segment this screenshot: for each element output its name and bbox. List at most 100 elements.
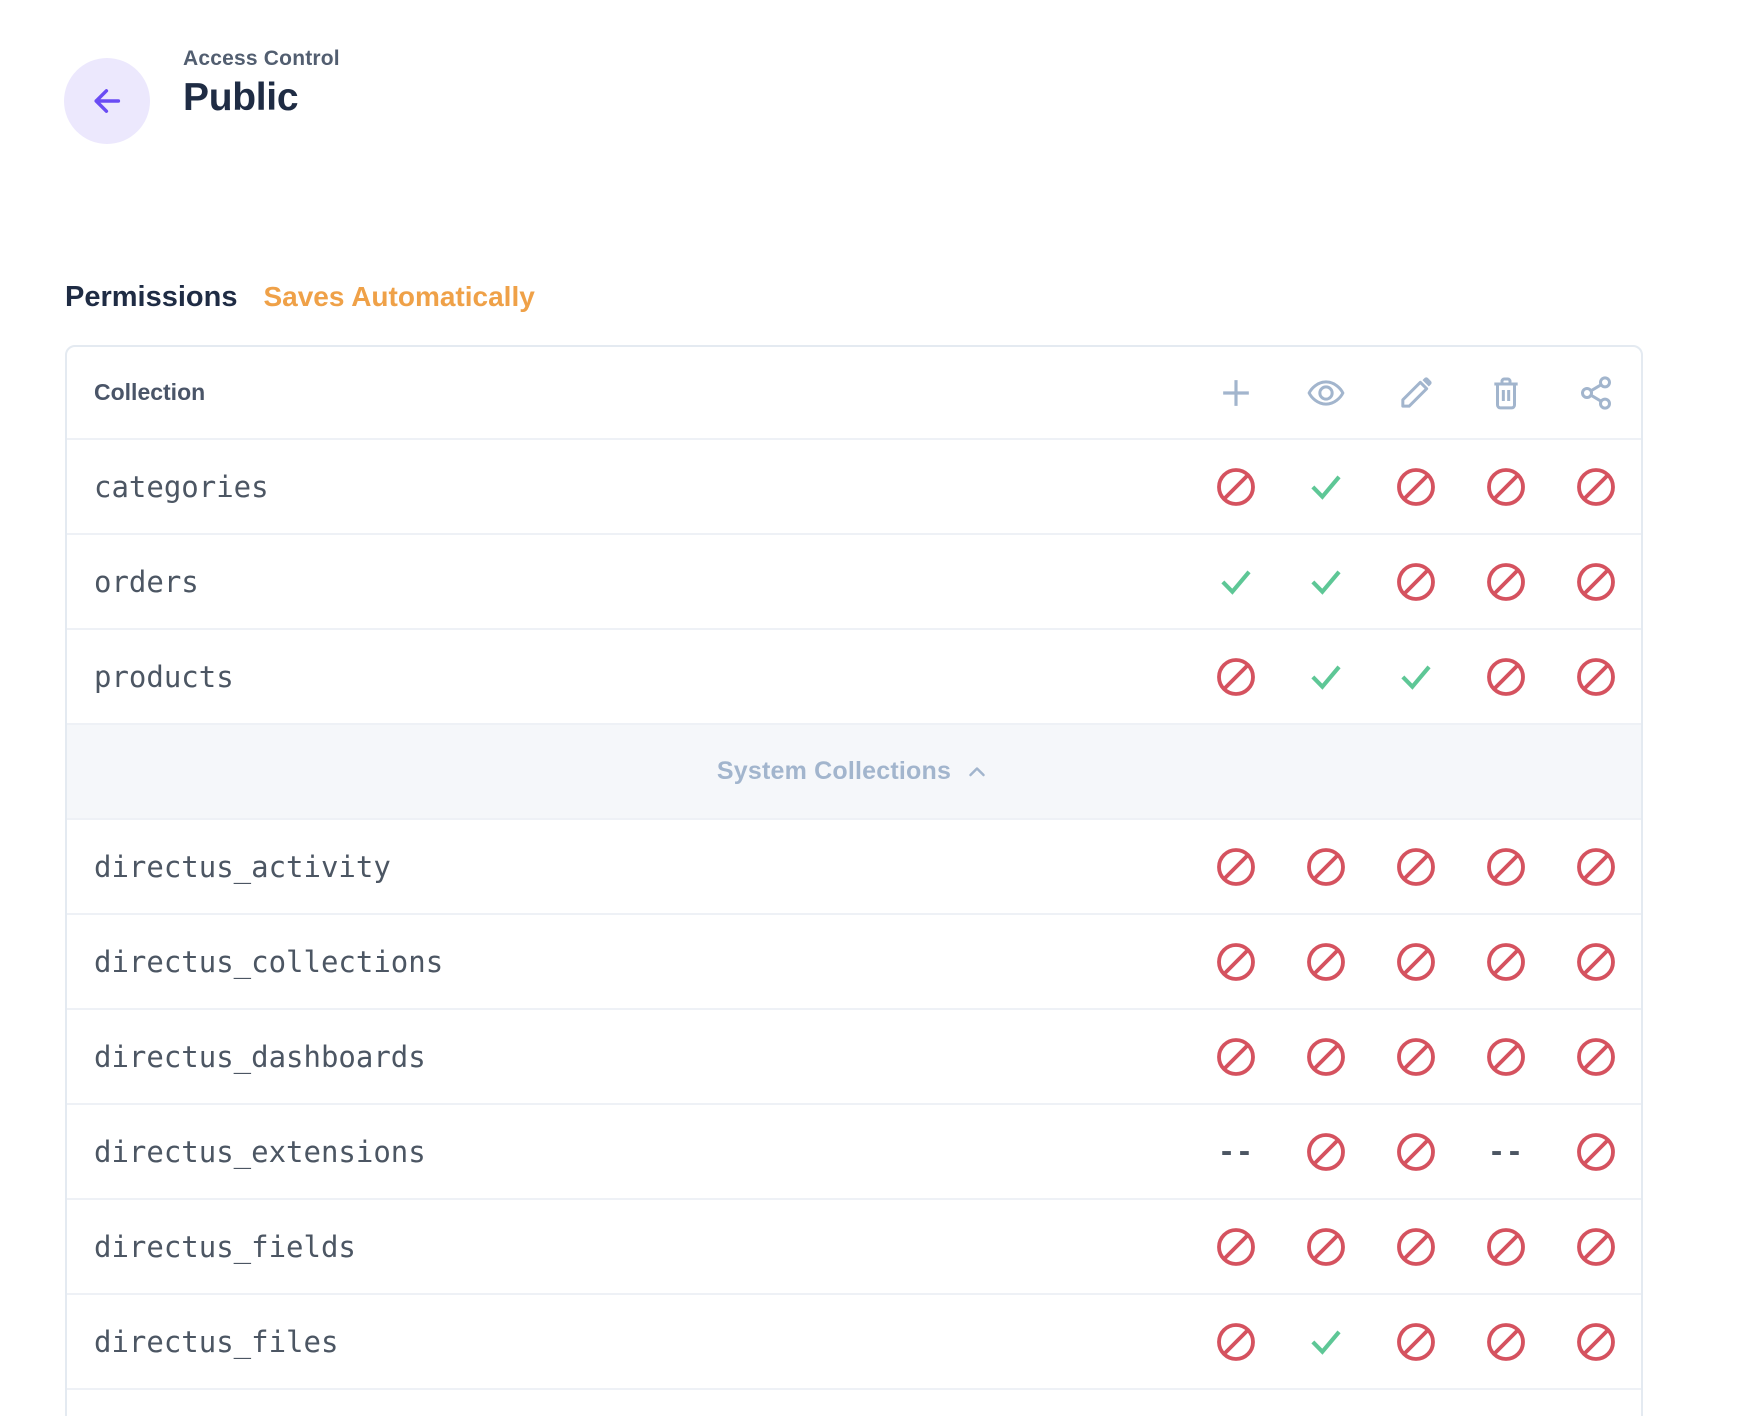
action-column-headers bbox=[1191, 373, 1641, 413]
permission-read-toggle[interactable] bbox=[1281, 630, 1371, 723]
section-heading: Permissions Saves Automatically bbox=[65, 278, 535, 316]
permission-create-toggle[interactable] bbox=[1191, 1010, 1281, 1103]
column-header-delete bbox=[1461, 373, 1551, 413]
permission-create-toggle[interactable] bbox=[1191, 820, 1281, 913]
permission-delete-toggle[interactable] bbox=[1461, 440, 1551, 533]
block-icon bbox=[1216, 1037, 1256, 1077]
permission-share-toggle[interactable] bbox=[1551, 1200, 1641, 1293]
block-icon bbox=[1396, 942, 1436, 982]
arrow-left-icon bbox=[89, 83, 125, 119]
block-icon bbox=[1576, 847, 1616, 887]
permission-share-toggle[interactable] bbox=[1551, 1105, 1641, 1198]
permission-share-toggle[interactable] bbox=[1551, 630, 1641, 723]
permission-update-toggle[interactable] bbox=[1371, 1200, 1461, 1293]
permission-delete-toggle[interactable] bbox=[1461, 630, 1551, 723]
block-icon bbox=[1396, 562, 1436, 602]
block-icon bbox=[1216, 657, 1256, 697]
block-icon bbox=[1486, 1037, 1526, 1077]
permission-share-toggle[interactable] bbox=[1551, 1295, 1641, 1388]
permission-create-toggle[interactable] bbox=[1191, 535, 1281, 628]
block-icon bbox=[1486, 1322, 1526, 1362]
permission-update-toggle[interactable] bbox=[1371, 915, 1461, 1008]
table-header-row: Collection bbox=[67, 347, 1641, 440]
block-icon bbox=[1306, 1132, 1346, 1172]
permission-update-toggle[interactable] bbox=[1371, 1295, 1461, 1388]
dash-placeholder: -- bbox=[1488, 1135, 1524, 1168]
table-row bbox=[67, 1390, 1641, 1416]
permission-read-toggle[interactable] bbox=[1281, 820, 1371, 913]
permission-create-toggle[interactable] bbox=[1191, 440, 1281, 533]
permission-update-toggle[interactable] bbox=[1371, 440, 1461, 533]
permission-delete-toggle[interactable] bbox=[1461, 1295, 1551, 1388]
permission-share-toggle[interactable] bbox=[1551, 820, 1641, 913]
block-icon bbox=[1576, 657, 1616, 697]
column-header-create bbox=[1191, 373, 1281, 413]
system-collections-toggle[interactable]: System Collections bbox=[67, 725, 1641, 820]
permission-create-toggle[interactable] bbox=[1191, 915, 1281, 1008]
collection-row: directus_dashboards bbox=[67, 1010, 1641, 1105]
collection-name: categories bbox=[94, 470, 1191, 504]
permission-update-toggle[interactable] bbox=[1371, 1105, 1461, 1198]
column-header-share bbox=[1551, 373, 1641, 413]
check-icon bbox=[1217, 563, 1255, 601]
chevron-up-icon bbox=[963, 758, 991, 786]
block-icon bbox=[1306, 942, 1346, 982]
table-body: categories orders products System Collectio… bbox=[67, 440, 1641, 1416]
block-icon bbox=[1396, 1132, 1436, 1172]
block-icon bbox=[1396, 1227, 1436, 1267]
block-icon bbox=[1576, 467, 1616, 507]
permission-delete-toggle[interactable] bbox=[1461, 1010, 1551, 1103]
permission-create-toggle[interactable] bbox=[1191, 1295, 1281, 1388]
collection-name: directus_extensions bbox=[94, 1135, 1191, 1169]
block-icon bbox=[1576, 1227, 1616, 1267]
block-icon bbox=[1216, 1322, 1256, 1362]
permission-create-toggle[interactable]: -- bbox=[1191, 1105, 1281, 1198]
collection-name: directus_dashboards bbox=[94, 1040, 1191, 1074]
permission-delete-toggle[interactable] bbox=[1461, 535, 1551, 628]
permission-update-toggle[interactable] bbox=[1371, 535, 1461, 628]
check-icon bbox=[1307, 468, 1345, 506]
block-icon bbox=[1576, 562, 1616, 602]
permission-delete-toggle[interactable] bbox=[1461, 1200, 1551, 1293]
permission-update-toggle[interactable] bbox=[1371, 820, 1461, 913]
permission-share-toggle[interactable] bbox=[1551, 1010, 1641, 1103]
collection-name: directus_files bbox=[94, 1325, 1191, 1359]
block-icon bbox=[1306, 1037, 1346, 1077]
collection-name: directus_activity bbox=[94, 850, 1191, 884]
permission-delete-toggle[interactable] bbox=[1461, 820, 1551, 913]
back-button[interactable] bbox=[64, 58, 150, 144]
column-header-read bbox=[1281, 373, 1371, 413]
permission-read-toggle[interactable] bbox=[1281, 1200, 1371, 1293]
permission-create-toggle[interactable] bbox=[1191, 630, 1281, 723]
block-icon bbox=[1486, 847, 1526, 887]
permission-create-toggle[interactable] bbox=[1191, 1200, 1281, 1293]
block-icon bbox=[1576, 1037, 1616, 1077]
permission-read-toggle[interactable] bbox=[1281, 1010, 1371, 1103]
permission-read-toggle[interactable] bbox=[1281, 1105, 1371, 1198]
permission-delete-toggle[interactable] bbox=[1461, 915, 1551, 1008]
permission-update-toggle[interactable] bbox=[1371, 1010, 1461, 1103]
collection-name: orders bbox=[94, 565, 1191, 599]
permission-share-toggle[interactable] bbox=[1551, 915, 1641, 1008]
permission-update-toggle[interactable] bbox=[1371, 630, 1461, 723]
block-icon bbox=[1486, 1227, 1526, 1267]
collection-row: directus_extensions---- bbox=[67, 1105, 1641, 1200]
collection-row: categories bbox=[67, 440, 1641, 535]
collection-name: directus_collections bbox=[94, 945, 1191, 979]
permission-delete-toggle[interactable]: -- bbox=[1461, 1105, 1551, 1198]
collection-row: directus_collections bbox=[67, 915, 1641, 1010]
block-icon bbox=[1216, 467, 1256, 507]
collection-name: products bbox=[94, 660, 1191, 694]
permission-read-toggle[interactable] bbox=[1281, 535, 1371, 628]
collection-row: directus_fields bbox=[67, 1200, 1641, 1295]
block-icon bbox=[1576, 1132, 1616, 1172]
block-icon bbox=[1216, 847, 1256, 887]
permission-read-toggle[interactable] bbox=[1281, 915, 1371, 1008]
permission-read-toggle[interactable] bbox=[1281, 1295, 1371, 1388]
collection-row: directus_activity bbox=[67, 820, 1641, 915]
trash-icon bbox=[1486, 373, 1526, 413]
block-icon bbox=[1216, 942, 1256, 982]
permission-share-toggle[interactable] bbox=[1551, 535, 1641, 628]
permission-read-toggle[interactable] bbox=[1281, 440, 1371, 533]
permission-share-toggle[interactable] bbox=[1551, 440, 1641, 533]
